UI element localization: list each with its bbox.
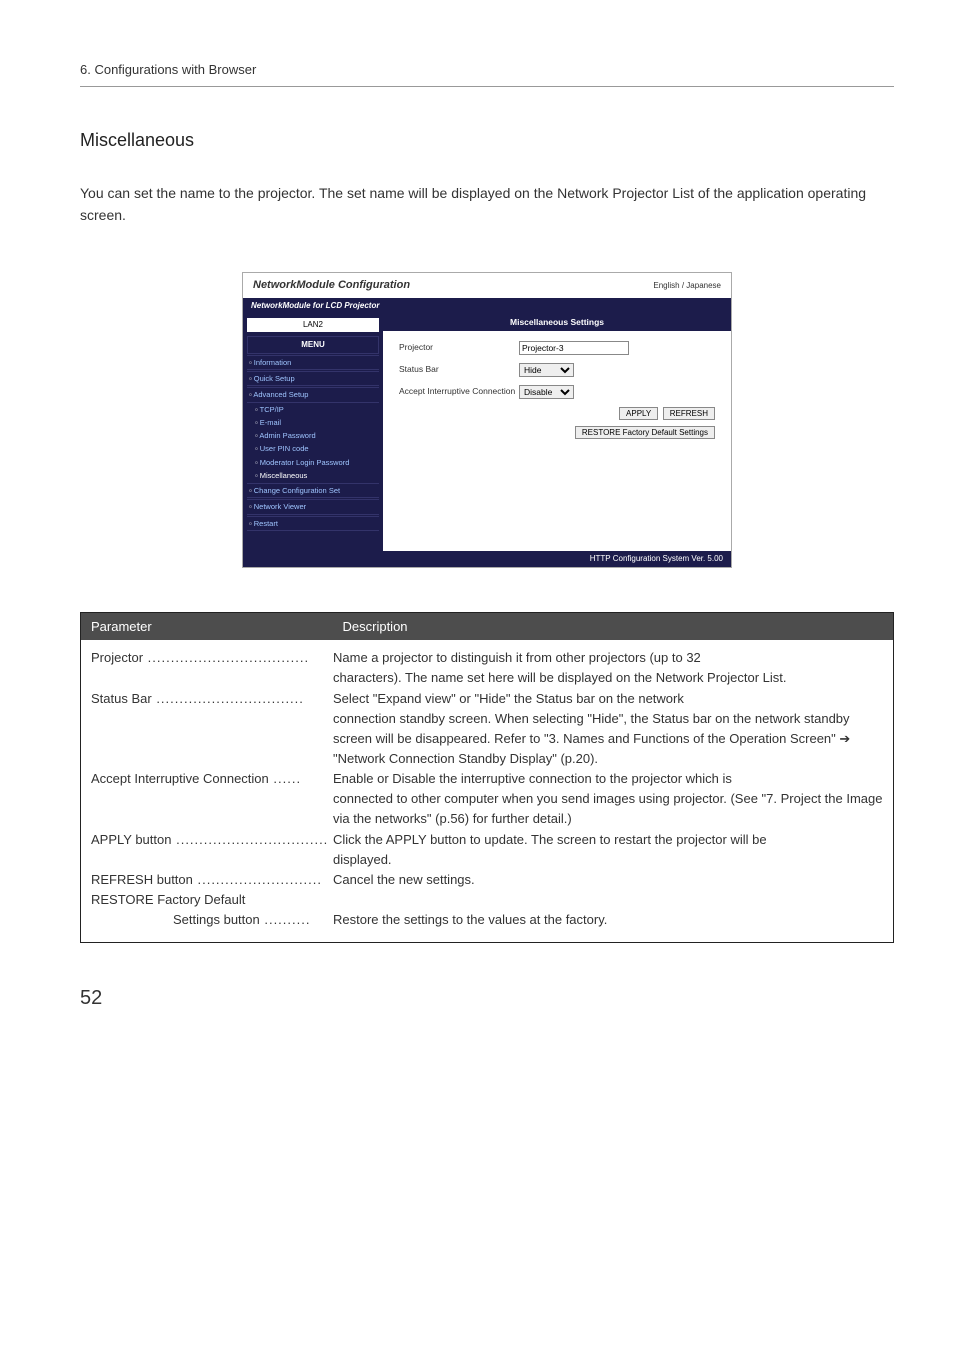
- param-label-projector: Projector: [91, 648, 143, 668]
- table-row: Projector ..............................…: [91, 648, 883, 688]
- sidebar-item-restart[interactable]: ▫ Restart: [247, 516, 379, 531]
- embedded-screenshot: NetworkModule Configuration English / Ja…: [242, 272, 732, 568]
- param-label-status-bar: Status Bar: [91, 689, 152, 709]
- ss-panel-title: Miscellaneous Settings: [383, 314, 731, 331]
- param-desc: Restore the settings to the values at th…: [333, 910, 883, 930]
- param-desc: Click the APPLY button to update. The sc…: [333, 830, 883, 850]
- ss-main-panel: Miscellaneous Settings Projector Status …: [383, 314, 731, 551]
- ss-accept-select[interactable]: Disable: [519, 385, 574, 399]
- param-desc-cont: connected to other computer when you sen…: [91, 789, 883, 829]
- param-label-refresh-button: REFRESH button: [91, 870, 193, 890]
- ss-projector-label: Projector: [399, 341, 519, 354]
- ss-footer-version: HTTP Configuration System Ver. 5.00: [243, 551, 731, 567]
- ss-projector-input[interactable]: [519, 341, 629, 355]
- table-row: Accept Interruptive Connection ...... En…: [91, 769, 883, 829]
- table-header-description: Description: [333, 612, 894, 640]
- table-header-parameter: Parameter: [81, 612, 333, 640]
- table-row: RESTORE Factory Default: [91, 890, 883, 910]
- ss-status-select[interactable]: Hide: [519, 363, 574, 377]
- ss-language-switch[interactable]: English / Japanese: [653, 280, 721, 292]
- parameter-table: Parameter Description Projector ........…: [80, 612, 894, 943]
- sidebar-item-miscellaneous[interactable]: ▫ Miscellaneous: [247, 469, 379, 482]
- param-desc-cont: connection standby screen. When selectin…: [91, 709, 883, 769]
- page-header: 6. Configurations with Browser: [80, 60, 894, 87]
- ss-refresh-button[interactable]: REFRESH: [663, 407, 715, 420]
- param-label-restore-settings: Settings button: [173, 910, 260, 930]
- ss-lan-label: LAN2: [247, 318, 379, 332]
- ss-sidebar: LAN2 MENU ▫ Information ▫ Quick Setup ▫ …: [243, 314, 383, 551]
- sidebar-item-moderator-login[interactable]: ▫ Moderator Login Password: [247, 456, 379, 469]
- page-number: 52: [80, 983, 894, 1013]
- param-desc: Cancel the new settings.: [333, 870, 883, 890]
- table-row: APPLY button ...........................…: [91, 830, 883, 870]
- sidebar-item-quick-setup[interactable]: ▫ Quick Setup: [247, 371, 379, 386]
- sidebar-item-email[interactable]: ▫ E-mail: [247, 416, 379, 429]
- sidebar-item-advanced-setup[interactable]: ▫ Advanced Setup: [247, 387, 379, 402]
- sidebar-item-user-pin[interactable]: ▫ User PIN code: [247, 442, 379, 455]
- table-row: REFRESH button .........................…: [91, 870, 883, 890]
- breadcrumb: 6. Configurations with Browser: [80, 62, 256, 77]
- sidebar-item-tcpip[interactable]: ▫ TCP/IP: [247, 403, 379, 416]
- sidebar-item-admin-password[interactable]: ▫ Admin Password: [247, 429, 379, 442]
- ss-sub-title: NetworkModule for LCD Projector: [243, 298, 731, 314]
- table-row: Settings button .......... Restore the s…: [91, 910, 883, 930]
- param-desc: Enable or Disable the interruptive conne…: [333, 769, 883, 789]
- table-row: Status Bar .............................…: [91, 689, 883, 770]
- ss-menu-header: MENU: [247, 336, 379, 354]
- param-label-accept: Accept Interruptive Connection: [91, 769, 269, 789]
- ss-accept-label: Accept Interruptive Connection: [399, 385, 519, 398]
- param-label-restore: RESTORE Factory Default: [91, 890, 245, 910]
- param-label-apply-button: APPLY button: [91, 830, 171, 850]
- param-desc-cont: displayed.: [91, 850, 883, 870]
- intro-paragraph: You can set the name to the projector. T…: [80, 182, 894, 227]
- ss-status-label: Status Bar: [399, 363, 519, 376]
- ss-app-title: NetworkModule Configuration: [253, 277, 410, 294]
- param-desc: Select "Expand view" or "Hide" the Statu…: [333, 689, 883, 709]
- ss-title-bar: NetworkModule Configuration English / Ja…: [243, 273, 731, 298]
- sidebar-item-network-viewer[interactable]: ▫ Network Viewer: [247, 499, 379, 514]
- param-desc: Name a projector to distinguish it from …: [333, 648, 883, 668]
- page-title: Miscellaneous: [80, 127, 894, 154]
- param-desc-cont: characters). The name set here will be d…: [91, 668, 883, 688]
- ss-apply-button[interactable]: APPLY: [619, 407, 658, 420]
- sidebar-item-change-config[interactable]: ▫ Change Configuration Set: [247, 483, 379, 498]
- sidebar-item-information[interactable]: ▫ Information: [247, 355, 379, 370]
- ss-restore-button[interactable]: RESTORE Factory Default Settings: [575, 426, 715, 439]
